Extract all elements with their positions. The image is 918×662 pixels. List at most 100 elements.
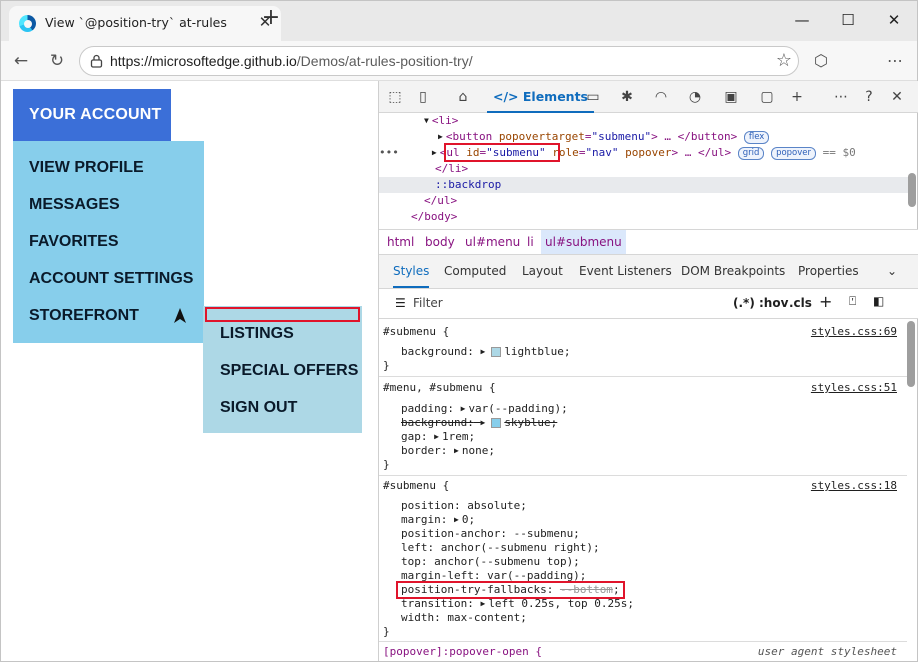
tab-properties[interactable]: Properties bbox=[798, 255, 859, 288]
close-window-icon[interactable]: ✕ bbox=[879, 7, 909, 33]
tab-dom-breakpoints[interactable]: DOM Breakpoints bbox=[681, 255, 785, 288]
rule3-width[interactable]: width: max-content; bbox=[401, 611, 527, 625]
rule2-bg-value: skyblue; bbox=[504, 416, 558, 429]
expand-arrow-icon[interactable]: ▶ bbox=[461, 402, 466, 416]
expand-arrow-icon[interactable]: ▶ bbox=[454, 513, 459, 527]
expand-arrow-icon[interactable]: ▶ bbox=[480, 597, 485, 611]
tab-layout[interactable]: Layout bbox=[522, 255, 563, 288]
grid-badge[interactable]: grid bbox=[737, 146, 765, 160]
more-options-icon[interactable]: ⋯ bbox=[883, 49, 907, 73]
dom-scrollbar[interactable] bbox=[908, 173, 916, 207]
computed-sidebar-toggle-icon[interactable]: ◧ bbox=[873, 294, 884, 308]
filter-input[interactable]: Filter bbox=[413, 296, 443, 310]
rule2-padding-name: padding bbox=[401, 402, 448, 415]
expand-arrow-icon[interactable]: ▶ bbox=[434, 430, 439, 444]
performance-icon[interactable]: ◔ bbox=[685, 87, 705, 107]
sources-bug-icon[interactable]: ✱ bbox=[617, 87, 637, 107]
browser-tab[interactable]: View `@position-try` at-rules ✕ bbox=[9, 6, 281, 41]
submenu-item-special-offers[interactable]: SPECIAL OFFERS bbox=[220, 361, 362, 398]
rule3-top[interactable]: top: anchor(--submenu top); bbox=[401, 555, 580, 569]
rule1-background[interactable]: background: ▶ lightblue; bbox=[401, 345, 571, 359]
dom-line-close-body[interactable]: </body> bbox=[411, 209, 457, 225]
tab-title: View `@position-try` at-rules bbox=[45, 15, 227, 30]
dom-button-close: > … </button> bbox=[651, 130, 738, 143]
rule2-background-overridden[interactable]: background: ▶ skyblue; bbox=[401, 416, 557, 430]
dom-row-menu-dots-icon[interactable]: ••• bbox=[379, 146, 399, 159]
expand-arrow-icon[interactable]: ▼ bbox=[424, 113, 429, 129]
styles-scrollbar[interactable] bbox=[907, 321, 915, 387]
dom-line-backdrop[interactable]: ::backdrop bbox=[435, 177, 501, 193]
rule2-selector[interactable]: #menu, #submenu { bbox=[383, 381, 496, 395]
rule3-position-anchor[interactable]: position-anchor: --submenu; bbox=[401, 527, 580, 541]
rule2-border[interactable]: border: ▶ none; bbox=[401, 444, 495, 458]
rule3-source-link[interactable]: styles.css:18 bbox=[811, 479, 897, 493]
submenu-item-listings[interactable]: LISTINGS bbox=[220, 324, 362, 361]
tab-computed[interactable]: Computed bbox=[444, 255, 506, 288]
back-icon[interactable]: ← bbox=[9, 49, 33, 73]
dom-close-body: </body> bbox=[411, 210, 458, 223]
devtools-more-icon[interactable]: ⋯ bbox=[831, 87, 851, 107]
maximize-icon[interactable]: ☐ bbox=[833, 7, 863, 33]
help-icon[interactable]: ? bbox=[859, 87, 879, 107]
tab-event-listeners[interactable]: Event Listeners bbox=[579, 255, 672, 288]
console-icon[interactable]: ▭ bbox=[583, 87, 603, 107]
menu-item-favorites[interactable]: FAVORITES bbox=[29, 232, 204, 269]
new-tab-icon[interactable]: + bbox=[259, 7, 283, 31]
cls-toggle[interactable]: .cls bbox=[789, 296, 812, 310]
dom-line-li[interactable]: ▼ <li> bbox=[424, 113, 458, 129]
dom-line-close-ul[interactable]: </ul> bbox=[424, 193, 457, 209]
rule2-source-link[interactable]: styles.css:51 bbox=[811, 381, 897, 395]
rule2-gap[interactable]: gap: ▶ 1rem; bbox=[401, 430, 475, 444]
address-bar[interactable]: https://microsoftedge.github.io/Demos/at… bbox=[79, 46, 799, 76]
your-account-button[interactable]: YOUR ACCOUNT bbox=[13, 89, 171, 141]
favorite-star-icon[interactable]: ☆ bbox=[776, 50, 792, 71]
breadcrumb-ul-menu[interactable]: ul#menu bbox=[461, 230, 524, 254]
collapse-arrow-icon[interactable]: ▶ bbox=[438, 129, 443, 145]
rule4-selector[interactable]: [popover]:popover-open { bbox=[383, 645, 542, 659]
close-devtools-icon[interactable]: ✕ bbox=[887, 87, 907, 107]
rule3-transition[interactable]: transition: ▶ left 0.25s, top 0.25s; bbox=[401, 597, 634, 611]
chevron-down-icon[interactable]: ⌄ bbox=[887, 255, 897, 288]
color-swatch-lightblue[interactable] bbox=[491, 347, 502, 357]
welcome-home-icon[interactable]: ⌂ bbox=[453, 87, 473, 107]
network-wifi-icon[interactable]: ◠ bbox=[651, 87, 671, 107]
extensions-icon[interactable]: ⬡ bbox=[809, 49, 833, 73]
devtools-tabbar: ⬚ ▯ ⌂ </> Elements ▭ ✱ ◠ ◔ ▣ ▢ + ⋯ ? ✕ bbox=[379, 81, 918, 113]
inspect-icon[interactable]: ⬚ bbox=[385, 87, 405, 107]
submenu-item-sign-out[interactable]: SIGN OUT bbox=[220, 398, 362, 435]
menu-item-messages[interactable]: MESSAGES bbox=[29, 195, 204, 232]
rule1-selector[interactable]: #submenu { bbox=[383, 325, 449, 339]
element-state-icon[interactable]: ⍞ bbox=[849, 294, 856, 309]
regex-icon[interactable]: (.*) bbox=[733, 296, 755, 310]
rule2-padding[interactable]: padding: ▶ var(--padding); bbox=[401, 402, 568, 416]
breadcrumb-li[interactable]: li bbox=[523, 230, 538, 254]
memory-chip-icon[interactable]: ▣ bbox=[721, 87, 741, 107]
breadcrumb-html[interactable]: html bbox=[383, 230, 418, 254]
hov-toggle[interactable]: :hov bbox=[759, 296, 788, 310]
rule1-source-link[interactable]: styles.css:69 bbox=[811, 325, 897, 339]
minimize-icon[interactable]: — bbox=[787, 7, 817, 33]
breadcrumb-body[interactable]: body bbox=[421, 230, 459, 254]
new-rule-plus-icon[interactable]: + bbox=[819, 292, 832, 311]
expand-arrow-icon[interactable]: ▶ bbox=[480, 345, 485, 359]
expand-arrow-icon[interactable]: ▶ bbox=[480, 416, 485, 430]
device-toolbar-icon[interactable]: ▯ bbox=[413, 87, 433, 107]
popover-badge[interactable]: popover bbox=[771, 146, 817, 160]
rule3-left[interactable]: left: anchor(--submenu right); bbox=[401, 541, 600, 555]
collapse-arrow-icon[interactable]: ▶ bbox=[432, 145, 437, 161]
more-tools-plus-icon[interactable]: + bbox=[787, 87, 807, 107]
refresh-icon[interactable]: ↻ bbox=[45, 49, 69, 73]
menu-item-account-settings[interactable]: ACCOUNT SETTINGS bbox=[29, 269, 204, 306]
rule3-margin[interactable]: margin: ▶ 0; bbox=[401, 513, 475, 527]
color-swatch-skyblue[interactable] bbox=[491, 418, 502, 428]
expand-arrow-icon[interactable]: ▶ bbox=[454, 444, 459, 458]
tab-elements[interactable]: </> Elements bbox=[487, 81, 594, 113]
breadcrumb-ul-submenu[interactable]: ul#submenu bbox=[541, 230, 626, 254]
dom-line-close-li[interactable]: </li> bbox=[435, 161, 468, 177]
menu-item-view-profile[interactable]: VIEW PROFILE bbox=[29, 158, 204, 195]
flex-badge[interactable]: flex bbox=[743, 130, 770, 144]
rule3-position[interactable]: position: absolute; bbox=[401, 499, 527, 513]
rule3-selector[interactable]: #submenu { bbox=[383, 479, 449, 493]
application-icon[interactable]: ▢ bbox=[757, 87, 777, 107]
tab-styles[interactable]: Styles bbox=[393, 255, 430, 288]
